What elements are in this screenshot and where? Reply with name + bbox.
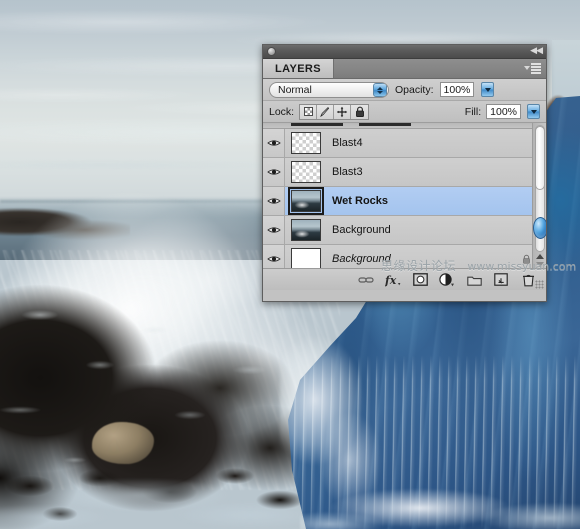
blend-mode-row: Normal Opacity: 100% bbox=[263, 79, 546, 101]
padlock-icon bbox=[523, 254, 530, 264]
table-row[interactable]: Blast3 bbox=[263, 158, 546, 187]
panel-titlebar[interactable]: ◀◀ bbox=[263, 45, 546, 59]
layer-name[interactable]: Wet Rocks bbox=[332, 195, 388, 207]
lock-image-pixels-button[interactable] bbox=[317, 104, 335, 119]
tab-layers[interactable]: LAYERS bbox=[263, 59, 335, 78]
eye-icon bbox=[266, 138, 281, 148]
checkerboard-icon bbox=[303, 107, 313, 116]
delete-layer-button[interactable] bbox=[520, 272, 536, 288]
layers-vertical-scrollbar[interactable] bbox=[532, 123, 546, 268]
layer-row-partial-top bbox=[263, 123, 546, 129]
layer-name[interactable]: Blast3 bbox=[332, 166, 363, 178]
layer-visibility-toggle[interactable] bbox=[263, 187, 285, 215]
layer-thumbnail[interactable] bbox=[291, 219, 321, 241]
lock-transparent-pixels-button[interactable] bbox=[300, 104, 318, 119]
opacity-input[interactable]: 100% bbox=[439, 82, 475, 97]
photo-sky-gap-right bbox=[552, 40, 580, 102]
blend-mode-stepper-icon[interactable] bbox=[373, 83, 387, 97]
fill-value: 100% bbox=[490, 105, 517, 118]
add-layer-mask-button[interactable] bbox=[412, 272, 428, 288]
scroll-up-arrow-icon[interactable] bbox=[536, 254, 544, 259]
fx-icon: fx bbox=[385, 274, 401, 287]
layer-visibility-toggle[interactable] bbox=[263, 129, 285, 157]
scrollbar-blue-knob[interactable] bbox=[533, 217, 546, 239]
eye-icon bbox=[266, 254, 281, 264]
layer-visibility-toggle[interactable] bbox=[263, 158, 285, 186]
scroll-down-arrow-icon[interactable] bbox=[536, 262, 544, 267]
collapse-double-arrow-icon[interactable]: ◀◀ bbox=[530, 47, 543, 56]
table-row-selected[interactable]: Wet Rocks bbox=[263, 187, 546, 216]
lock-position-button[interactable] bbox=[334, 104, 352, 119]
layer-visibility-toggle[interactable] bbox=[263, 245, 285, 268]
new-fill-adjustment-button[interactable] bbox=[439, 272, 455, 288]
fill-input[interactable]: 100% bbox=[486, 104, 521, 119]
blend-mode-select[interactable]: Normal bbox=[269, 81, 389, 98]
opacity-dropdown-arrow-icon[interactable] bbox=[481, 82, 495, 97]
table-row[interactable]: Background bbox=[263, 216, 546, 245]
layer-thumbnail[interactable] bbox=[291, 132, 321, 154]
panel-menu-caret-icon bbox=[524, 66, 530, 71]
panel-menu-bars-icon bbox=[531, 63, 541, 74]
layer-thumbnail[interactable] bbox=[291, 248, 321, 268]
eye-icon bbox=[266, 225, 281, 235]
layers-panel-toolbar: fx bbox=[263, 269, 546, 290]
layer-name[interactable]: Background bbox=[332, 253, 391, 265]
photo-bottom-foam bbox=[300, 470, 580, 529]
table-row[interactable]: Background bbox=[263, 245, 546, 268]
lock-label: Lock: bbox=[269, 105, 295, 118]
fill-dropdown-arrow-icon[interactable] bbox=[527, 104, 540, 119]
table-row[interactable]: Blast4 bbox=[263, 129, 546, 158]
svg-text:fx: fx bbox=[385, 274, 397, 287]
folder-icon bbox=[466, 276, 482, 286]
new-layer-icon bbox=[494, 273, 508, 286]
eye-icon bbox=[266, 167, 281, 177]
screenshot-canvas: ◀◀ LAYERS Normal Opacity: 100% Lock: Fil… bbox=[0, 0, 580, 529]
layer-name[interactable]: Blast4 bbox=[332, 137, 363, 149]
opacity-value: 100% bbox=[443, 83, 471, 96]
tab-layers-label: LAYERS bbox=[275, 62, 322, 75]
opacity-label: Opacity: bbox=[395, 83, 434, 96]
layer-style-button[interactable]: fx bbox=[385, 272, 401, 288]
lock-all-button[interactable] bbox=[351, 105, 368, 119]
move-cross-icon bbox=[336, 106, 348, 117]
trash-icon bbox=[522, 274, 534, 286]
layers-panel[interactable]: ◀◀ LAYERS Normal Opacity: 100% Lock: Fil… bbox=[262, 44, 547, 302]
blend-mode-value: Normal bbox=[278, 83, 312, 96]
layer-mask-icon bbox=[412, 273, 428, 286]
chain-link-icon bbox=[358, 276, 374, 283]
panel-close-dot[interactable] bbox=[267, 47, 276, 56]
half-circle-icon bbox=[439, 272, 454, 286]
padlock-icon bbox=[355, 106, 364, 117]
panel-resize-grip[interactable] bbox=[535, 280, 544, 289]
brush-icon bbox=[320, 106, 330, 117]
panel-tab-strip[interactable]: LAYERS bbox=[263, 59, 546, 79]
layer-thumbnail[interactable] bbox=[291, 161, 321, 183]
background-lock-indicator bbox=[521, 254, 532, 265]
layer-thumbnail[interactable] bbox=[288, 187, 324, 215]
layer-name[interactable]: Background bbox=[332, 224, 391, 236]
link-layers-button[interactable] bbox=[358, 272, 374, 288]
fill-label: Fill: bbox=[464, 105, 482, 118]
panel-menu-icon[interactable] bbox=[524, 63, 541, 74]
new-layer-button[interactable] bbox=[493, 272, 509, 288]
layer-list[interactable]: Blast4 Blast3 Wet Rocks Background Backg… bbox=[263, 123, 546, 269]
lock-button-group[interactable] bbox=[299, 103, 370, 120]
new-group-button[interactable] bbox=[466, 272, 482, 288]
scrollbar-thumb[interactable] bbox=[535, 126, 545, 190]
eye-icon bbox=[266, 196, 281, 206]
lock-row: Lock: Fill: 100% bbox=[263, 101, 546, 123]
layer-visibility-toggle[interactable] bbox=[263, 216, 285, 244]
